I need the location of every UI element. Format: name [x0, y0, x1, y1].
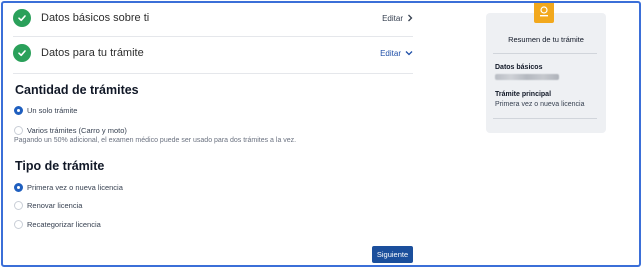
radio-button[interactable]	[14, 183, 23, 192]
step-basic-data[interactable]: Datos básicos sobre ti Editar	[13, 3, 413, 33]
radio-label: Renovar licencia	[27, 201, 83, 210]
edit-label: Editar	[382, 13, 403, 23]
summary-main-value: Primera vez o nueva licencia	[495, 101, 585, 108]
chevron-down-icon	[405, 51, 413, 56]
form-frame: Datos básicos sobre ti Editar Datos para…	[1, 1, 641, 267]
edit-label: Editar	[380, 48, 401, 58]
redacted-value	[495, 74, 559, 80]
type-section-title: Tipo de trámite	[15, 159, 105, 173]
radio-label: Varios trámites (Carro y moto)	[27, 126, 127, 135]
radio-single-procedure[interactable]: Un solo trámite	[14, 106, 77, 115]
quantity-section-title: Cantidad de trámites	[15, 83, 139, 97]
radio-label: Primera vez o nueva licencia	[27, 183, 123, 192]
edit-basic-data-link[interactable]: Editar	[382, 14, 413, 23]
radio-button[interactable]	[14, 201, 23, 210]
step-procedure-data[interactable]: Datos para tu trámite Editar	[13, 38, 413, 68]
summary-main-label: Trámite principal	[495, 91, 552, 98]
edit-procedure-data-link[interactable]: Editar	[380, 49, 413, 58]
radio-button[interactable]	[14, 106, 23, 115]
radio-button[interactable]	[14, 126, 23, 135]
summary-title: Resumen de tu trámite	[508, 35, 584, 44]
check-icon	[13, 9, 31, 27]
radio-recategorize-license[interactable]: Recategorizar licencia	[14, 220, 101, 229]
radio-new-license[interactable]: Primera vez o nueva licencia	[14, 183, 123, 192]
check-icon	[13, 44, 31, 62]
summary-card	[486, 13, 606, 133]
step-title: Datos básicos sobre ti	[41, 12, 150, 24]
help-text: Pagando un 50% adicional, el examen médi…	[14, 137, 297, 144]
summary-basic-label: Datos básicos	[495, 64, 543, 71]
divider	[13, 36, 413, 37]
next-button[interactable]: Siguiente	[372, 246, 413, 263]
radio-multiple-procedures[interactable]: Varios trámites (Carro y moto)	[14, 126, 127, 135]
radio-label: Recategorizar licencia	[27, 220, 101, 229]
radio-label: Un solo trámite	[27, 106, 78, 115]
divider	[493, 118, 597, 119]
license-badge-icon	[534, 3, 554, 23]
divider	[13, 73, 413, 74]
divider	[493, 53, 597, 54]
chevron-right-icon	[408, 14, 413, 22]
step-title: Datos para tu trámite	[41, 47, 144, 59]
radio-renew-license[interactable]: Renovar licencia	[14, 201, 82, 210]
radio-button[interactable]	[14, 220, 23, 229]
